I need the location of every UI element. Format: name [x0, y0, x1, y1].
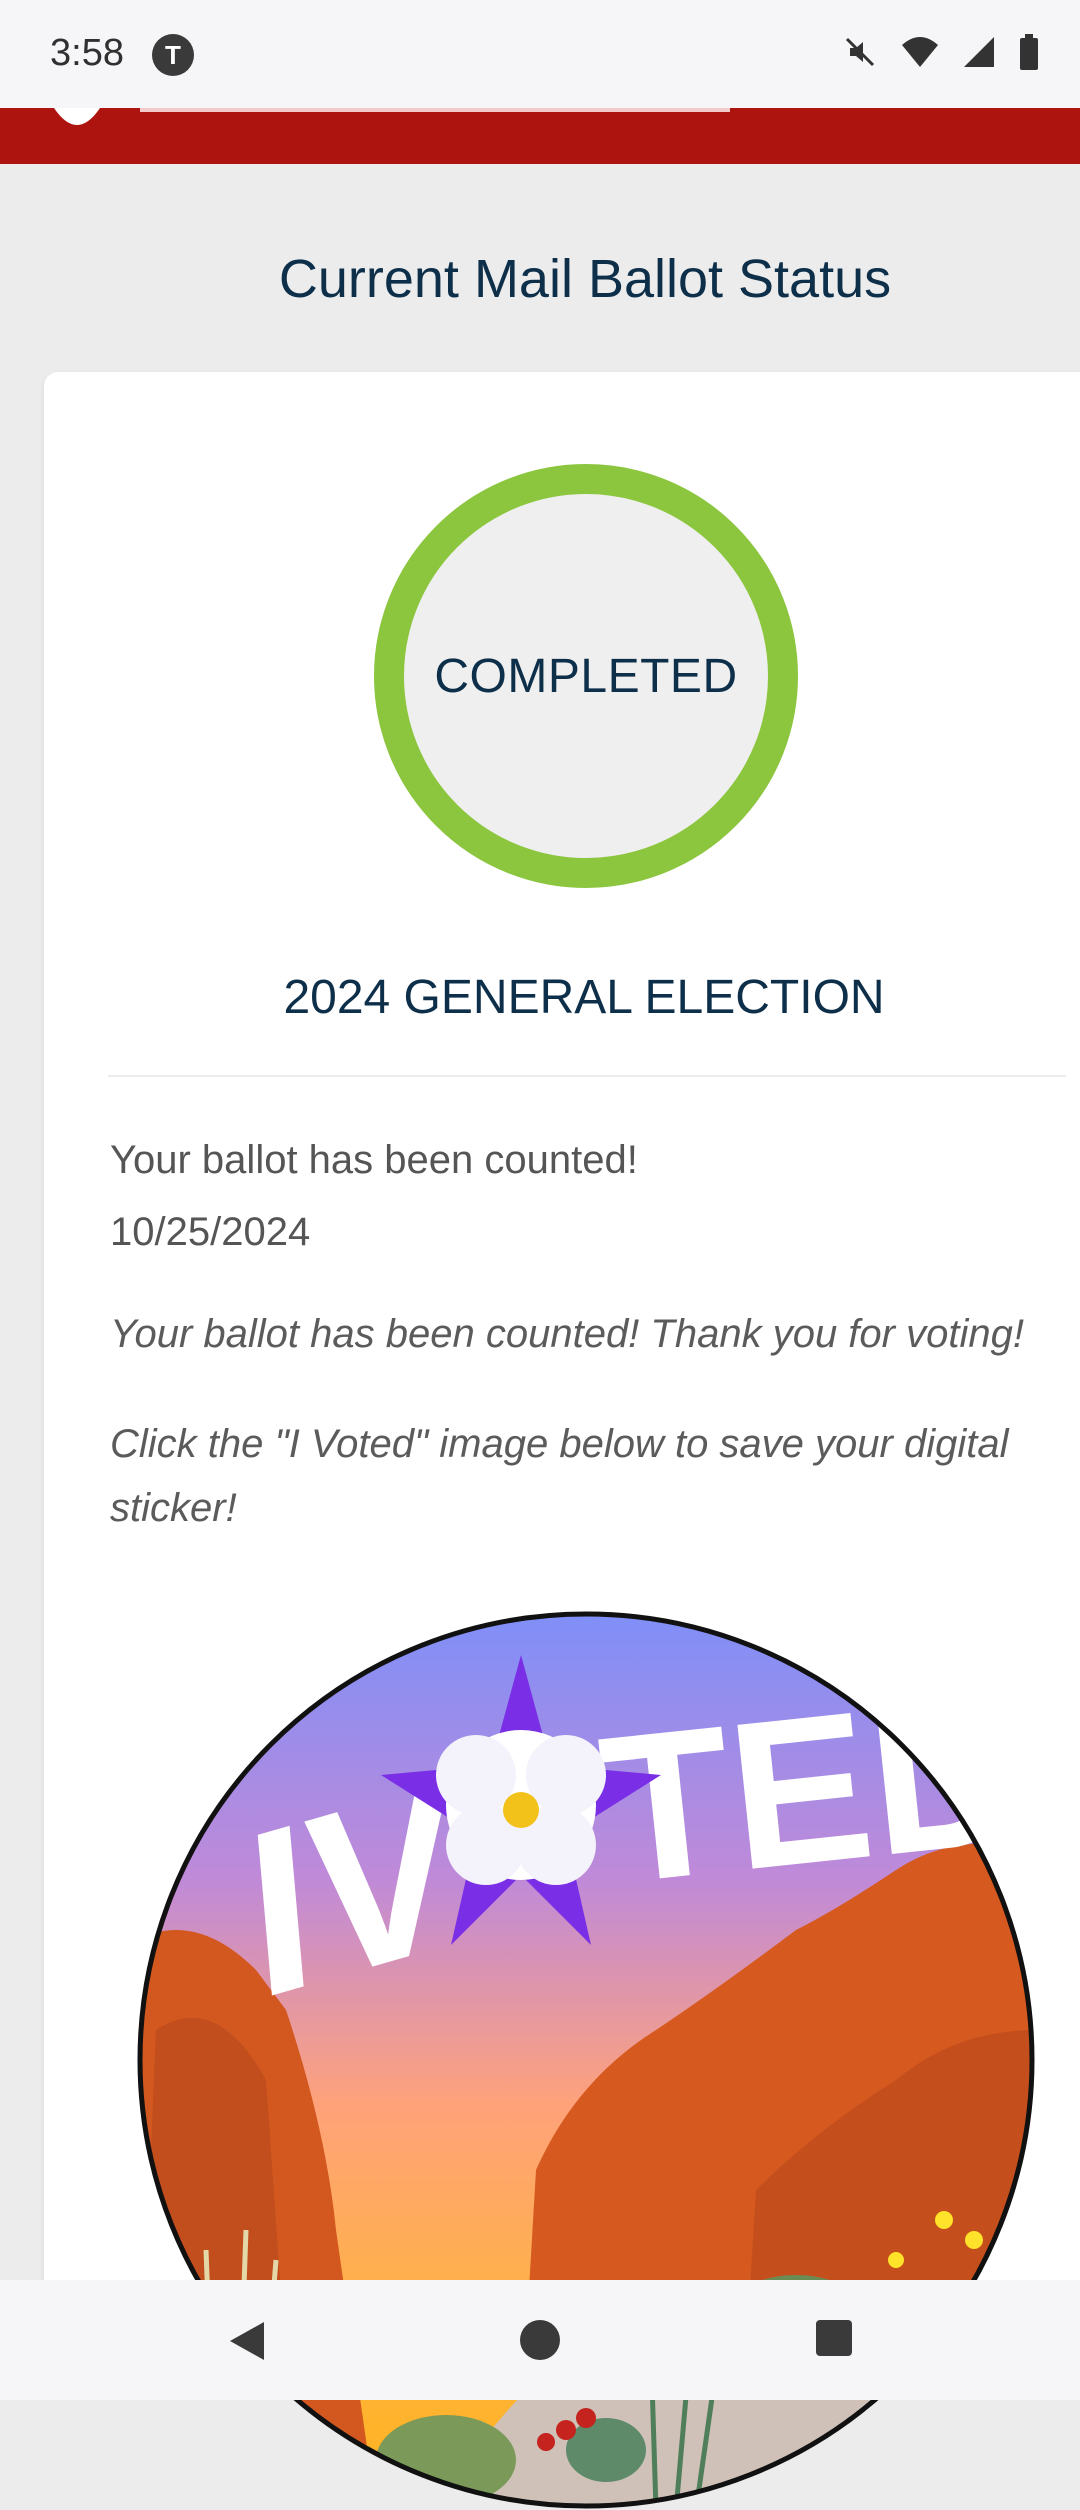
ballot-counted-text: Your ballot has been counted! — [110, 1138, 638, 1182]
mute-icon — [845, 37, 875, 67]
status-ring: COMPLETED — [374, 464, 798, 888]
battery-icon — [1020, 34, 1038, 70]
navigation-bar — [0, 2280, 1080, 2400]
back-icon[interactable] — [224, 2318, 270, 2364]
sticker-prompt: Click the "I Voted" image below to save … — [110, 1422, 1009, 1530]
home-icon[interactable] — [518, 2318, 562, 2362]
ballot-status-card: COMPLETED 2024 GENERAL ELECTION Your bal… — [44, 372, 1080, 2509]
election-title: 2024 GENERAL ELECTION — [283, 971, 885, 1024]
thank-you-text: Your ballot has been counted! Thank you … — [110, 1312, 1024, 1356]
site-header — [0, 108, 1080, 164]
ballot-message: Your ballot has been counted! 10/25/2024 — [110, 1124, 638, 1268]
page-title: Current Mail Ballot Status — [278, 249, 892, 309]
bell-icon[interactable] — [48, 108, 106, 130]
header-link[interactable] — [140, 108, 730, 112]
status-bar: 3:58 T — [0, 0, 1080, 108]
divider — [108, 1075, 1066, 1077]
carrier-badge: T — [152, 34, 194, 76]
wifi-icon — [902, 37, 938, 67]
sticker-text-right: TED — [591, 1651, 1033, 1929]
signal-icon — [964, 37, 994, 67]
status-icons — [842, 34, 1040, 70]
status-label: COMPLETED — [434, 649, 738, 703]
recents-icon[interactable] — [814, 2318, 854, 2358]
ballot-date: 10/25/2024 — [110, 1210, 311, 1254]
status-time: 3:58 — [50, 32, 124, 74]
